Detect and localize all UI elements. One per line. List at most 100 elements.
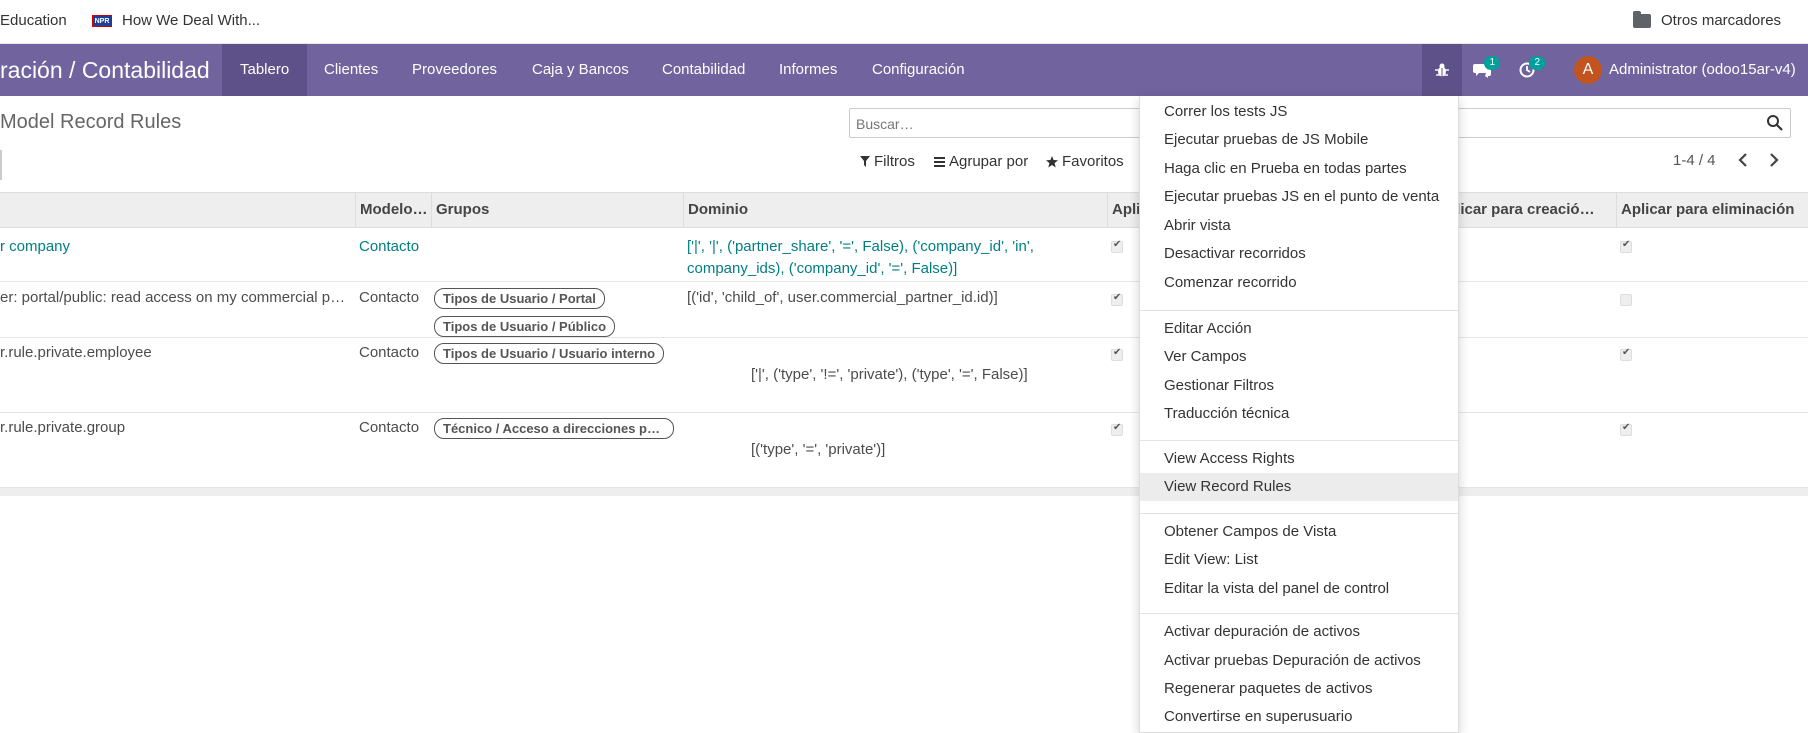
menu-item-activate-test-assets-debug[interactable]: Activar pruebas Depuración de activos bbox=[1140, 647, 1458, 675]
menu-item-manage-filters[interactable]: Gestionar Filtros bbox=[1140, 372, 1458, 400]
debug-button[interactable] bbox=[1422, 44, 1462, 96]
list-icon bbox=[934, 156, 945, 167]
apply-delete-checkbox[interactable] bbox=[1620, 422, 1632, 436]
menu-item-edit-action[interactable]: Editar Acción bbox=[1140, 315, 1458, 343]
left-edge-button bbox=[0, 150, 2, 180]
apply-read-checkbox[interactable] bbox=[1111, 239, 1123, 253]
group-tag: Técnico / Acceso a direcciones privadas bbox=[434, 418, 674, 439]
pager-previous-button[interactable] bbox=[1737, 152, 1749, 173]
table-row[interactable]: r.rule.private.group Contacto Técnico / … bbox=[0, 413, 1808, 488]
menu-item-edit-view-list[interactable]: Edit View: List bbox=[1140, 546, 1458, 574]
pager-value[interactable]: 1-4 / 4 bbox=[1673, 152, 1716, 169]
table-row[interactable]: er: portal/public: read access on my com… bbox=[0, 282, 1808, 338]
menu-item-run-js-tests[interactable]: Correr los tests JS bbox=[1140, 98, 1458, 126]
menu-item-click-everywhere[interactable]: Haga clic en Prueba en todas partes bbox=[1140, 155, 1458, 183]
nav-menu-configuracion[interactable]: Configuración bbox=[854, 44, 983, 96]
menu-item-view-record-rules[interactable]: View Record Rules bbox=[1140, 473, 1458, 501]
bug-icon bbox=[1435, 63, 1449, 77]
menu-item-become-superuser[interactable]: Convertirse en superusuario bbox=[1140, 703, 1458, 731]
rule-name[interactable]: r.rule.private.employee bbox=[0, 342, 350, 364]
nav-menu-caja-bancos[interactable]: Caja y Bancos bbox=[514, 44, 647, 96]
user-avatar[interactable]: A bbox=[1574, 56, 1602, 84]
menu-item-open-view[interactable]: Abrir vista bbox=[1140, 212, 1458, 240]
table-row[interactable]: r company Contacto ['|', '|', ('partner_… bbox=[0, 228, 1808, 282]
rule-name[interactable]: r company bbox=[0, 236, 350, 258]
bookmark-how-we-deal[interactable]: NPR How We Deal With... bbox=[92, 12, 260, 29]
messages-badge: 1 bbox=[1484, 56, 1500, 70]
rule-model: Contacto bbox=[359, 289, 420, 306]
rule-domain: ['|', '|', ('partner_share', '=', False)… bbox=[687, 236, 1107, 280]
page-title: Model Record Rules bbox=[0, 111, 182, 133]
star-icon bbox=[1046, 155, 1058, 167]
activities-badge: 2 bbox=[1529, 56, 1545, 70]
menu-divider bbox=[1140, 613, 1458, 614]
activities-button[interactable]: 2 bbox=[1507, 44, 1547, 96]
chevron-left-icon bbox=[1738, 153, 1747, 167]
column-header-domain[interactable]: Dominio bbox=[683, 193, 1107, 229]
rule-domain: [('type', '=', 'private')] bbox=[751, 441, 886, 458]
apply-read-checkbox[interactable] bbox=[1111, 347, 1123, 361]
menu-item-technical-translation[interactable]: Traducción técnica bbox=[1140, 400, 1458, 428]
menu-item-edit-control-panel-view[interactable]: Editar la vista del panel de control bbox=[1140, 575, 1458, 603]
rule-domain: ['|', ('type', '!=', 'private'), ('type'… bbox=[751, 366, 1028, 383]
rule-model: Contacto bbox=[359, 344, 420, 361]
group-tag: Tipos de Usuario / Portal bbox=[434, 288, 605, 309]
column-header-apply-create[interactable]: plicar para creació… bbox=[1442, 193, 1616, 229]
favorites-button[interactable]: Favoritos bbox=[1046, 153, 1124, 170]
apply-read-checkbox[interactable] bbox=[1111, 422, 1123, 436]
bookmark-other-folder[interactable]: Otros marcadores bbox=[1633, 10, 1781, 29]
group-by-button[interactable]: Agrupar por bbox=[934, 153, 1028, 170]
column-header-model[interactable]: Modelo… bbox=[355, 193, 430, 229]
chevron-right-icon bbox=[1770, 153, 1779, 167]
nav-menu-informes[interactable]: Informes bbox=[761, 44, 855, 96]
bookmarks-bar: Education NPR How We Deal With... Otros … bbox=[0, 0, 1808, 44]
filters-button[interactable]: Filtros bbox=[860, 153, 915, 170]
filter-icon bbox=[860, 156, 870, 167]
group-tag: Tipos de Usuario / Usuario interno bbox=[434, 343, 665, 364]
menu-item-activate-assets-debug[interactable]: Activar depuración de activos bbox=[1140, 618, 1458, 646]
menu-item-disable-tours[interactable]: Desactivar recorridos bbox=[1140, 240, 1458, 268]
rule-groups: Técnico / Acceso a direcciones privadas bbox=[434, 418, 679, 446]
group-tag: Tipos de Usuario / Público bbox=[434, 316, 616, 337]
menu-item-view-access-rights[interactable]: View Access Rights bbox=[1140, 445, 1458, 473]
menu-item-start-tour[interactable]: Comenzar recorrido bbox=[1140, 269, 1458, 297]
user-menu[interactable]: Administrator (odoo15ar-v4) bbox=[1609, 44, 1796, 96]
nav-menu-proveedores[interactable]: Proveedores bbox=[394, 44, 515, 96]
column-header-apply-delete[interactable]: Aplicar para eliminación bbox=[1616, 193, 1808, 229]
menu-item-view-fields[interactable]: Ver Campos bbox=[1140, 343, 1458, 371]
app-title[interactable]: ración / Contabilidad bbox=[0, 57, 210, 84]
messages-button[interactable]: 1 bbox=[1462, 44, 1502, 96]
nav-menu-tablero[interactable]: Tablero bbox=[222, 44, 308, 96]
pager-next-button[interactable] bbox=[1768, 152, 1780, 173]
rule-model: Contacto bbox=[359, 238, 420, 255]
folder-icon bbox=[1633, 10, 1651, 28]
column-header-groups[interactable]: Grupos bbox=[431, 193, 683, 229]
nav-menu-contabilidad[interactable]: Contabilidad bbox=[644, 44, 763, 96]
bookmark-education[interactable]: Education bbox=[0, 12, 67, 29]
rule-domain: [('id', 'child_of', user.commercial_part… bbox=[687, 289, 998, 306]
top-navbar: ración / Contabilidad Tablero Clientes P… bbox=[0, 44, 1808, 96]
menu-item-get-view-fields[interactable]: Obtener Campos de Vista bbox=[1140, 518, 1458, 546]
domain-line: company_ids), ('company_id', '=', False)… bbox=[687, 260, 958, 277]
table-footer bbox=[0, 488, 1808, 496]
apply-read-checkbox[interactable] bbox=[1111, 292, 1123, 306]
menu-item-run-pos-js-tests[interactable]: Ejecutar pruebas JS en el punto de venta bbox=[1140, 183, 1458, 211]
rule-groups: Tipos de Usuario / Usuario interno bbox=[434, 343, 679, 371]
debug-dropdown-menu: Correr los tests JS Ejecutar pruebas de … bbox=[1139, 96, 1459, 733]
apply-delete-checkbox[interactable] bbox=[1620, 294, 1632, 306]
nav-menu-clientes[interactable]: Clientes bbox=[306, 44, 396, 96]
domain-line: ['|', '|', ('partner_share', '=', False)… bbox=[687, 238, 1034, 255]
menu-item-regenerate-assets[interactable]: Regenerar paquetes de activos bbox=[1140, 675, 1458, 703]
rule-name[interactable]: er: portal/public: read access on my com… bbox=[0, 287, 350, 309]
search-icon[interactable] bbox=[1766, 114, 1784, 132]
apply-delete-checkbox[interactable] bbox=[1620, 347, 1632, 361]
rule-name[interactable]: r.rule.private.group bbox=[0, 417, 350, 439]
menu-divider bbox=[1140, 440, 1458, 441]
rule-model: Contacto bbox=[359, 419, 420, 436]
table-header: Modelo… Grupos Dominio Apli plicar para … bbox=[0, 192, 1808, 229]
menu-divider bbox=[1140, 513, 1458, 514]
menu-item-run-js-mobile-tests[interactable]: Ejecutar pruebas de JS Mobile bbox=[1140, 126, 1458, 154]
apply-delete-checkbox[interactable] bbox=[1620, 239, 1632, 253]
column-header-apply-read[interactable]: Apli bbox=[1107, 193, 1139, 229]
table-row[interactable]: r.rule.private.employee Contacto Tipos d… bbox=[0, 338, 1808, 413]
